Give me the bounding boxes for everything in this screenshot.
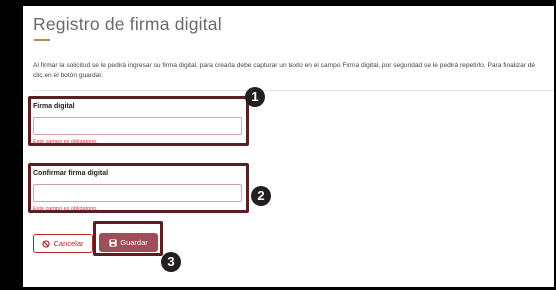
signature-input[interactable] [33,117,242,135]
callout-number-1: 1 [245,87,265,107]
confirm-signature-input[interactable] [33,184,242,202]
ban-icon [42,239,51,248]
divider [33,90,554,91]
save-button[interactable]: Guardar [99,233,158,252]
confirm-signature-error: Este campo es obligatorio. [33,206,98,212]
instructions-text: Al firmar la solicitud se le pedirá ingr… [33,62,536,79]
page-title: Registro de firma digital [33,14,222,34]
cancel-button-label: Cancelar [53,239,84,248]
cancel-button[interactable]: Cancelar [33,234,93,253]
callout-number-2: 2 [251,186,271,206]
save-button-label: Guardar [120,238,148,247]
callout-number-3: 3 [161,252,181,272]
floppy-disk-icon [109,238,117,247]
signature-registration-panel: Registro de firma digital Al firmar la s… [23,6,554,287]
signature-error: Este campo es obligatorio. [33,139,98,145]
title-underline [34,39,50,41]
confirm-signature-label: Confirmar firma digital [33,170,109,177]
signature-label: Firma digital [33,103,75,110]
